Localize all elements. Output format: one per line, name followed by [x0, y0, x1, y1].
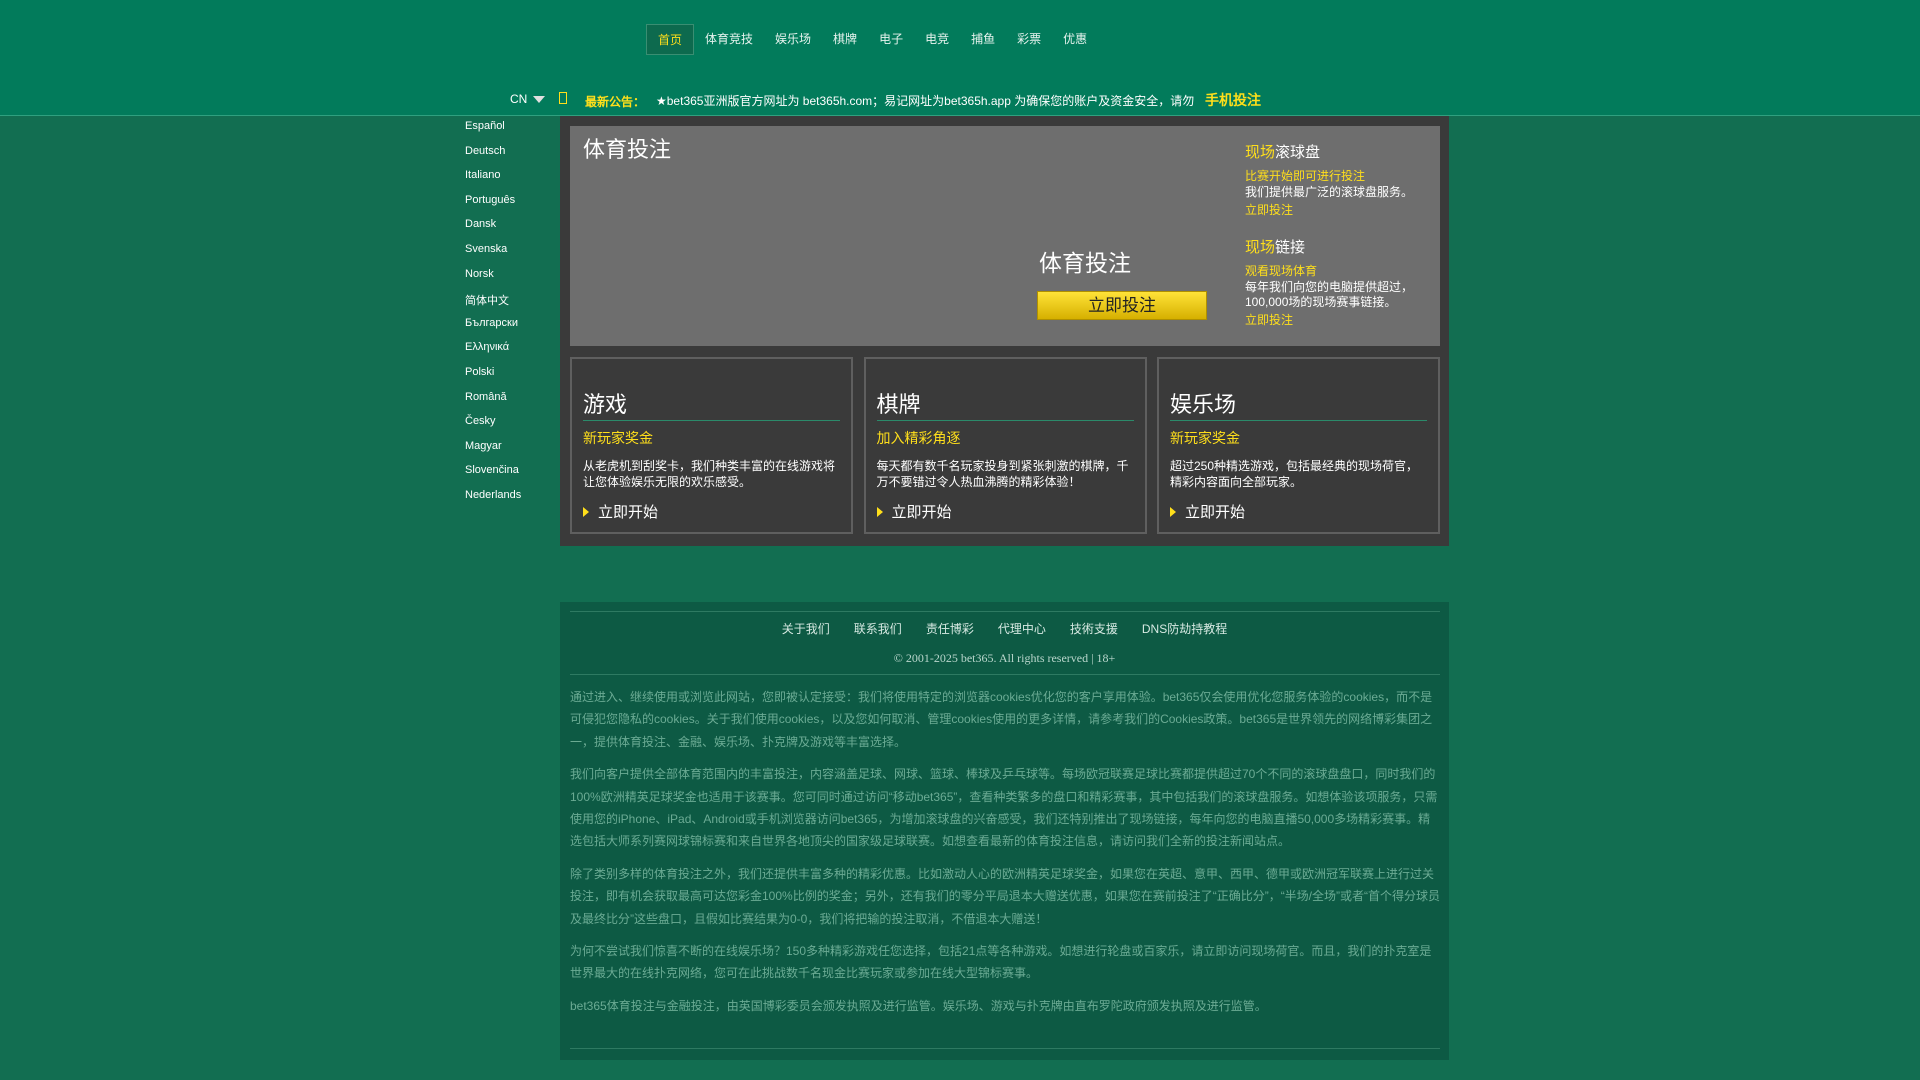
nav-item-electronic[interactable]: 电子 [868, 24, 914, 55]
language-option[interactable]: Română [465, 391, 555, 416]
footer-link-contact[interactable]: 联系我们 [854, 620, 902, 637]
language-option[interactable]: Deutsch [465, 145, 555, 170]
copyright: © 2001-2025 bet365. All rights reserved … [893, 651, 1116, 665]
language-option[interactable]: Norsk [465, 268, 555, 293]
live-stream-desc: 每年我们向您的电脑提供超过，100,000场的现场赛事链接。 [1245, 280, 1414, 309]
main-nav: 首页 体育竞技 娱乐场 棋牌 电子 电竞 捕鱼 彩票 优惠 [646, 24, 1098, 55]
footer-paragraph: 通过进入、继续使用或浏览此网站，您即被认定接受：我们将使用特定的浏览器cooki… [570, 690, 1433, 749]
live-inplay-link[interactable]: 立即投注 [1245, 201, 1435, 218]
sports-hero-banner[interactable]: 体育投注 体育投注 立即投注 现场滚球盘 比赛开始即可进行投注 我们提供最广泛的… [570, 126, 1440, 346]
footer-link-about[interactable]: 关于我们 [782, 620, 830, 637]
arrow-right-icon [583, 506, 589, 517]
nav-item-lottery[interactable]: 彩票 [1006, 24, 1052, 55]
mobile-betting-link[interactable]: 手机投注 [1205, 90, 1261, 110]
card-description: 超过250种精选游戏，包括最经典的现场荷官，精彩内容面向全部玩家。 [1170, 459, 1419, 489]
live-inplay-sub: 比赛开始即可进行投注 [1245, 169, 1366, 183]
announcement-bar: CN 最新公告： ★bet365亚洲版官方网址为 bet365h.com；易记网… [0, 86, 1920, 110]
footer-links: 关于我们 联系我们 责任博彩 代理中心 技術支援 DNS防劫持教程 [560, 620, 1449, 637]
arrow-right-icon [876, 506, 883, 517]
language-option[interactable]: Magyar [465, 440, 555, 465]
footer-link-dns[interactable]: DNS防劫持教程 [1142, 620, 1227, 637]
footer-divider [570, 611, 1440, 612]
footer-paragraph: bet365体育投注与金融投注，由英国博彩委员会颁发执照及进行监管。娱乐场、游戏… [570, 998, 1267, 1013]
language-option[interactable]: Nederlands [465, 489, 555, 514]
nav-item-sports[interactable]: 体育竞技 [694, 24, 764, 55]
card-title: 娱乐场 [1170, 392, 1237, 417]
announcement-icon [559, 92, 567, 104]
footer-paragraph: 除了类别多样的体育投注之外，我们还提供丰富多种的精彩优惠。比如激动人心的欧洲精英… [570, 866, 1441, 926]
site-footer: 关于我们 联系我们 责任博彩 代理中心 技術支援 DNS防劫持教程 © 2001… [560, 602, 1449, 1060]
language-selector-value: CN [510, 92, 528, 106]
footer-legal-text: 通过进入、继续使用或浏览此网站，您即被认定接受：我们将使用特定的浏览器cooki… [570, 686, 1440, 1027]
live-stream-block: 现场链接 观看现场体育 每年我们向您的电脑提供超过，100,000场的现场赛事链… [1245, 236, 1435, 328]
language-option[interactable]: Polski [465, 366, 555, 391]
language-option[interactable]: Česky [465, 415, 555, 440]
nav-item-casino[interactable]: 娱乐场 [764, 24, 822, 55]
card-title: 游戏 [583, 392, 628, 417]
card-divider [876, 420, 1134, 421]
card-subtitle: 加入精彩角逐 [876, 430, 961, 446]
card-start-label: 立即开始 [1185, 504, 1246, 521]
language-option[interactable]: 简体中文 [465, 292, 555, 317]
card-title: 棋牌 [876, 392, 921, 417]
card-casino[interactable]: 娱乐场 新玩家奖金 超过250种精选游戏，包括最经典的现场荷官，精彩内容面向全部… [1157, 357, 1440, 534]
live-inplay-heading-text: 滚球盘 [1275, 144, 1321, 161]
footer-link-responsible[interactable]: 责任博彩 [926, 620, 974, 637]
live-inplay-block: 现场滚球盘 比赛开始即可进行投注 我们提供最广泛的滚球盘服务。 立即投注 [1245, 141, 1435, 218]
card-start-link[interactable]: 立即开始 [876, 501, 952, 522]
language-list: Español Deutsch Italiano Português Dansk… [465, 120, 555, 514]
live-stream-link[interactable]: 立即投注 [1245, 311, 1435, 328]
nav-item-fishing[interactable]: 捕鱼 [960, 24, 1006, 55]
footer-link-affiliates[interactable]: 代理中心 [998, 620, 1046, 637]
card-start-link[interactable]: 立即开始 [583, 501, 658, 522]
language-option[interactable]: Svenska [465, 243, 555, 268]
nav-item-home[interactable]: 首页 [646, 24, 695, 55]
notice-label: 最新公告： [585, 95, 646, 109]
main-content: 体育投注 体育投注 立即投注 现场滚球盘 比赛开始即可进行投注 我们提供最广泛的… [560, 116, 1449, 546]
footer-paragraph: 我们向客户提供全部体育范围内的丰富投注，内容涵盖足球、网球、篮球、棒球及乒乓球等… [570, 767, 1438, 849]
language-option[interactable]: Dansk [465, 218, 555, 243]
live-inplay-heading-highlight: 现场 [1245, 144, 1276, 161]
chevron-down-icon [533, 95, 546, 103]
card-start-link[interactable]: 立即开始 [1170, 501, 1245, 522]
card-subtitle: 新玩家奖金 [1170, 430, 1240, 446]
live-inplay-desc: 我们提供最广泛的滚球盘服务。 [1245, 185, 1414, 199]
live-stream-heading-text: 链接 [1275, 239, 1306, 256]
hero-center-title: 体育投注 [1039, 250, 1131, 276]
footer-paragraph: 为何不尝试我们惊喜不断的在线娱乐场？150多种精彩游戏任您选择，包括21点等各种… [570, 944, 1432, 981]
footer-link-support[interactable]: 技術支援 [1070, 620, 1118, 637]
card-subtitle: 新玩家奖金 [583, 430, 653, 446]
language-option[interactable]: Italiano [465, 169, 555, 194]
card-divider [1170, 420, 1427, 421]
card-divider [583, 420, 840, 421]
language-option[interactable]: Español [465, 120, 555, 145]
live-stream-heading: 现场链接 [1245, 236, 1435, 257]
bet-now-button[interactable]: 立即投注 [1037, 291, 1207, 320]
language-option[interactable]: Slovenčina [465, 464, 555, 489]
footer-divider [570, 1048, 1440, 1049]
card-games[interactable]: 游戏 新玩家奖金 从老虎机到刮奖卡，我们种类丰富的在线游戏将让您体验娱乐无限的欢… [570, 357, 853, 534]
footer-divider [570, 674, 1440, 675]
language-option[interactable]: Português [465, 194, 555, 219]
live-stream-sub: 观看现场体育 [1245, 264, 1318, 278]
hero-title: 体育投注 [583, 137, 672, 162]
site-header: 首页 体育竞技 娱乐场 棋牌 电子 电竞 捕鱼 彩票 优惠 CN 最新公告： ★… [0, 0, 1920, 116]
live-inplay-heading: 现场滚球盘 [1245, 141, 1435, 162]
card-description: 从老虎机到刮奖卡，我们种类丰富的在线游戏将让您体验娱乐无限的欢乐感受。 [583, 459, 836, 489]
card-start-label: 立即开始 [598, 504, 659, 521]
nav-item-chess[interactable]: 棋牌 [822, 24, 868, 55]
nav-item-esports[interactable]: 电竞 [914, 24, 960, 55]
live-stream-heading-highlight: 现场 [1245, 239, 1276, 256]
language-option[interactable]: Български [465, 317, 555, 342]
notice-marquee: ★bet365亚洲版官方网址为 bet365h.com；易记网址为bet365h… [656, 94, 1195, 108]
product-cards: 游戏 新玩家奖金 从老虎机到刮奖卡，我们种类丰富的在线游戏将让您体验娱乐无限的欢… [570, 357, 1440, 534]
arrow-right-icon [1170, 506, 1176, 517]
language-selector[interactable]: CN [510, 92, 546, 106]
nav-item-promotions[interactable]: 优惠 [1052, 24, 1098, 55]
card-chess[interactable]: 棋牌 加入精彩角逐 每天都有数千名玩家投身到紧张刺激的棋牌，千万不要错过令人热血… [863, 357, 1147, 534]
card-description: 每天都有数千名玩家投身到紧张刺激的棋牌，千万不要错过令人热血沸腾的精彩体验！ [876, 459, 1129, 489]
card-start-label: 立即开始 [891, 504, 952, 521]
language-option[interactable]: Ελληνικά [465, 341, 555, 366]
